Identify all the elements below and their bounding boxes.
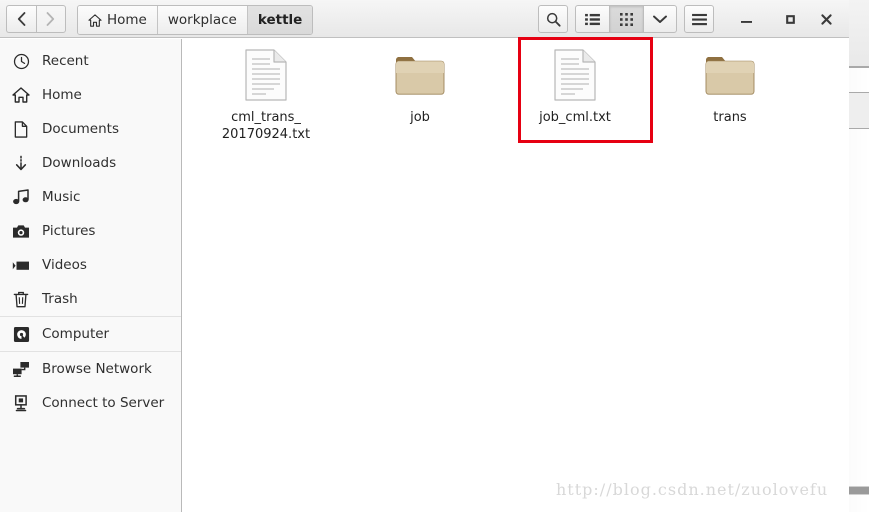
chevron-down-icon [653, 15, 667, 23]
maximize-button[interactable] [776, 5, 804, 33]
video-icon [12, 256, 30, 274]
sidebar-item-label: Home [42, 87, 82, 103]
breadcrumb-label: kettle [257, 12, 303, 28]
download-icon [12, 154, 30, 172]
sidebar-item-label: Connect to Server [42, 395, 165, 411]
watermark-text: http://blog.csdn.net/zuolovefu [556, 480, 829, 499]
network-icon [12, 360, 30, 378]
grid-view-icon [620, 12, 633, 26]
file-name-label: job [410, 110, 430, 125]
sidebar-item-videos[interactable]: Videos [0, 248, 181, 282]
breadcrumb-item-workplace[interactable]: workplace [157, 6, 248, 34]
file-name-label: job_cml.txt [539, 110, 611, 125]
file-item-cml-trans[interactable]: cml_trans_ 20170924.txt [201, 48, 331, 143]
grid-view-button[interactable] [609, 5, 643, 33]
home-icon [88, 13, 102, 27]
folder-icon [665, 48, 795, 102]
breadcrumb-label: Home [107, 12, 147, 28]
file-name-label: cml_trans_ 20170924.txt [221, 110, 311, 142]
sidebar-item-documents[interactable]: Documents [0, 112, 181, 146]
trash-icon [12, 290, 30, 308]
file-item-trans[interactable]: trans [665, 48, 795, 126]
close-icon [820, 13, 832, 25]
hamburger-menu-icon [691, 13, 707, 25]
breadcrumb-item-home[interactable]: Home [78, 6, 158, 34]
maximize-icon [785, 14, 795, 24]
camera-icon [12, 222, 30, 240]
minimize-icon [740, 20, 752, 23]
file-item-job[interactable]: job [355, 48, 485, 126]
sidebar-item-pictures[interactable]: Pictures [0, 214, 181, 248]
text-file-icon [510, 48, 640, 102]
header-bar: Home workplace kettle [0, 0, 849, 38]
back-button[interactable] [6, 5, 36, 33]
view-options-dropdown[interactable] [643, 5, 677, 33]
sidebar-item-label: Music [42, 189, 81, 205]
background-window-scroll-bar[interactable] [849, 486, 869, 495]
breadcrumb-label: workplace [167, 12, 237, 28]
text-file-icon [201, 48, 331, 102]
sidebar-item-home[interactable]: Home [0, 78, 181, 112]
sidebar-item-recent[interactable]: Recent [0, 44, 181, 78]
sidebar: Recent Home Documents Downloads Music Pi… [0, 39, 182, 512]
clock-icon [12, 52, 30, 70]
sidebar-item-label: Computer [42, 326, 110, 342]
sidebar-item-music[interactable]: Music [0, 180, 181, 214]
sidebar-item-label: Downloads [42, 155, 117, 171]
background-window-divider [849, 92, 869, 93]
search-button[interactable] [538, 5, 568, 33]
sidebar-item-connect-to-server[interactable]: Connect to Server [0, 386, 181, 420]
breadcrumb: Home workplace kettle [77, 5, 314, 35]
sidebar-item-label: Trash [42, 291, 78, 307]
breadcrumb-item-kettle[interactable]: kettle [247, 6, 313, 34]
background-window-header [849, 0, 869, 68]
sidebar-item-label: Recent [42, 53, 89, 69]
sidebar-item-label: Browse Network [42, 361, 152, 377]
music-icon [12, 188, 30, 206]
list-view-icon [585, 13, 600, 25]
forward-button[interactable] [35, 5, 66, 33]
computer-icon [12, 325, 30, 343]
chevron-left-icon [17, 12, 26, 26]
background-window[interactable] [848, 0, 869, 512]
chevron-right-icon [46, 12, 55, 26]
file-grid[interactable]: cml_trans_ 20170924.txt job job_cml.txt … [183, 39, 849, 512]
sidebar-item-computer[interactable]: Computer [0, 317, 181, 351]
main-menu-button[interactable] [684, 5, 714, 33]
server-icon [12, 394, 30, 412]
search-icon [546, 12, 561, 27]
document-icon [12, 120, 30, 138]
nautilus-window: Home workplace kettle Recent Home Docume… [0, 0, 849, 512]
file-manager-window: Home workplace kettle Recent Home Docume… [0, 0, 869, 512]
view-mode-group [575, 5, 677, 33]
folder-icon [355, 48, 485, 102]
list-view-button[interactable] [575, 5, 609, 33]
background-window-divider [849, 128, 869, 129]
minimize-button[interactable] [732, 5, 760, 33]
close-button[interactable] [812, 5, 840, 33]
sidebar-item-label: Videos [42, 257, 87, 273]
file-name-label: trans [713, 110, 747, 125]
sidebar-item-trash[interactable]: Trash [0, 282, 181, 316]
navigation-buttons [6, 5, 66, 33]
sidebar-item-label: Documents [42, 121, 119, 137]
home-icon [12, 86, 30, 104]
sidebar-item-label: Pictures [42, 223, 96, 239]
file-item-job-cml[interactable]: job_cml.txt [510, 48, 640, 126]
sidebar-item-downloads[interactable]: Downloads [0, 146, 181, 180]
background-window-row [849, 92, 869, 128]
sidebar-item-browse-network[interactable]: Browse Network [0, 352, 181, 386]
